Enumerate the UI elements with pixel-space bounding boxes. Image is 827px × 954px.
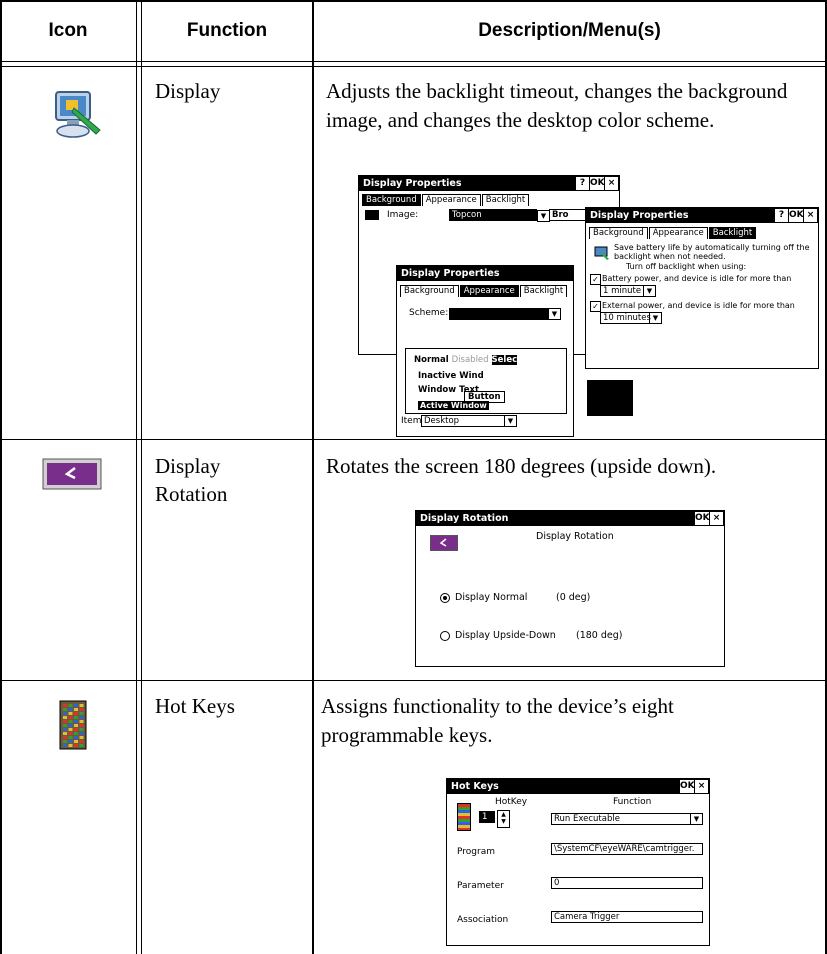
display-normal-deg: (0 deg) bbox=[556, 592, 591, 603]
radio-display-normal[interactable] bbox=[440, 593, 450, 603]
parameter-label: Parameter bbox=[457, 881, 504, 891]
close-icon[interactable]: × bbox=[804, 209, 817, 222]
parameter-field[interactable]: 0 bbox=[551, 877, 703, 889]
rotation-dialog-icon bbox=[430, 535, 458, 551]
display-upside-label: Display Upside-Down bbox=[455, 630, 556, 641]
row-sep-1 bbox=[0, 439, 827, 440]
preview-disabled: Disabled bbox=[451, 355, 489, 365]
table-border-left bbox=[0, 0, 2, 954]
radio-display-upside-down[interactable] bbox=[440, 631, 450, 641]
help-button[interactable]: ? bbox=[775, 209, 788, 222]
scheme-preview: Normal Disabled Selec Inactive Wind Wind… bbox=[405, 348, 567, 414]
hotkey-stepper[interactable]: ▲ ▼ bbox=[497, 810, 510, 828]
association-label: Association bbox=[457, 915, 509, 925]
dialog-title: Display Properties bbox=[363, 178, 462, 189]
row-rotation-description: Rotates the screen 180 degrees (upside d… bbox=[326, 454, 717, 478]
preview-selected: Selec bbox=[491, 355, 518, 365]
external-select[interactable]: 10 minutes ▼ bbox=[600, 312, 662, 324]
scheme-select[interactable]: ▼ bbox=[449, 308, 561, 320]
row-display-function: Display bbox=[155, 79, 221, 103]
dialog-title: Hot Keys bbox=[451, 781, 499, 792]
external-label: External power, and device is idle for m… bbox=[602, 301, 795, 310]
display-icon bbox=[52, 86, 106, 140]
program-field[interactable]: \SystemCF\eyeWARE\camtrigger. bbox=[551, 843, 703, 855]
tab-appearance[interactable]: Appearance bbox=[648, 227, 708, 239]
turnoff-label: Turn off backlight when using: bbox=[626, 262, 747, 271]
preview-active-window: Active Window bbox=[418, 401, 489, 410]
preview-inactive-window: Inactive Wind bbox=[418, 371, 484, 381]
header-sep-a bbox=[0, 61, 827, 62]
tab-appearance[interactable]: Appearance bbox=[421, 194, 481, 206]
ok-button[interactable]: OK bbox=[590, 177, 605, 190]
function-select[interactable]: Run Executable ▼ bbox=[551, 813, 703, 825]
tab-backlight[interactable]: Backlight bbox=[519, 285, 568, 297]
row-hotkeys-description: Assigns functionality to the device’s ei… bbox=[321, 694, 674, 747]
ok-button[interactable]: OK bbox=[680, 780, 695, 793]
header-description: Description/Menu(s) bbox=[478, 20, 661, 41]
dialog-title: Display Properties bbox=[401, 268, 500, 279]
row-sep-2 bbox=[0, 680, 827, 681]
display-properties-dialog-appearance: Display Properties Background Appearance… bbox=[396, 265, 574, 437]
rotation-icon bbox=[42, 458, 102, 490]
program-label: Program bbox=[457, 847, 495, 857]
image-preview-icon bbox=[365, 210, 379, 220]
tab-backlight[interactable]: Backlight bbox=[481, 194, 530, 206]
battery-select[interactable]: 1 minute ▼ bbox=[600, 285, 656, 297]
close-icon[interactable]: × bbox=[710, 512, 723, 525]
display-normal-label: Display Normal bbox=[455, 592, 528, 603]
display-properties-dialog-backlight: Display Properties ? OK × Background App… bbox=[585, 207, 819, 369]
help-button[interactable]: ? bbox=[576, 177, 589, 190]
hotkey-keypad-icon bbox=[457, 803, 471, 831]
function-label: Function bbox=[613, 797, 652, 807]
preview-normal: Normal bbox=[414, 355, 449, 365]
browse-button[interactable]: Bro bbox=[549, 209, 589, 221]
color-swatch bbox=[587, 380, 633, 416]
col-divider-1b bbox=[141, 0, 142, 954]
header-function: Function bbox=[186, 20, 268, 41]
display-upside-deg: (180 deg) bbox=[576, 630, 623, 641]
tab-backlight[interactable]: Backlight bbox=[708, 227, 757, 239]
header-sep-b bbox=[0, 66, 827, 67]
image-select[interactable]: Topcon ▼ bbox=[449, 209, 550, 222]
header-icon: Icon bbox=[48, 20, 88, 41]
dialog-title: Display Properties bbox=[590, 210, 689, 221]
close-icon[interactable]: × bbox=[695, 780, 708, 793]
row-display-description: Adjusts the backlight timeout, changes t… bbox=[326, 79, 788, 132]
ok-button[interactable]: OK bbox=[789, 209, 804, 222]
association-field[interactable]: Camera Trigger bbox=[551, 911, 703, 923]
row-hotkeys-function: Hot Keys bbox=[155, 694, 235, 718]
tab-background[interactable]: Background bbox=[589, 227, 648, 239]
table-border-top bbox=[0, 0, 827, 2]
battery-label: Battery power, and device is idle for mo… bbox=[602, 274, 792, 283]
ok-button[interactable]: OK bbox=[695, 512, 710, 525]
display-rotation-dialog: Display Rotation OK × Display Rotation D… bbox=[415, 510, 725, 667]
tab-appearance[interactable]: Appearance bbox=[459, 285, 519, 297]
hotkey-label: HotKey bbox=[495, 797, 528, 807]
backlight-intro: Save battery life by automatically turni… bbox=[614, 243, 810, 261]
close-icon[interactable]: × bbox=[605, 177, 618, 190]
hotkey-value[interactable]: 1 bbox=[479, 811, 495, 823]
rotation-heading: Display Rotation bbox=[536, 531, 614, 542]
tab-background[interactable]: Background bbox=[362, 194, 421, 206]
dialog-title: Display Rotation bbox=[420, 513, 509, 524]
battery-checkbox[interactable]: ✓ bbox=[590, 274, 601, 285]
hot-keys-dialog: Hot Keys OK × HotKey Function 1 ▲ ▼ Run E… bbox=[446, 778, 710, 946]
tab-background[interactable]: Background bbox=[400, 285, 459, 297]
external-checkbox[interactable]: ✓ bbox=[590, 301, 601, 312]
hotkeys-icon bbox=[58, 700, 88, 750]
row-rotation-function: Display Rotation bbox=[155, 454, 228, 506]
image-label: Image: bbox=[387, 210, 419, 220]
backlight-icon bbox=[594, 246, 610, 260]
scheme-label: Scheme: bbox=[409, 308, 449, 318]
col-divider-1a bbox=[136, 0, 137, 954]
col-divider-2 bbox=[312, 0, 314, 954]
item-select[interactable]: Desktop ▼ bbox=[421, 415, 517, 427]
